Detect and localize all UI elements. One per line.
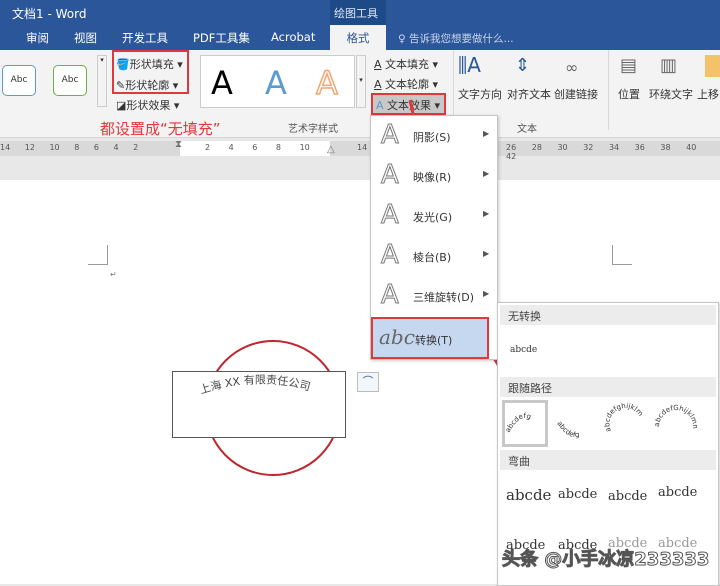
follow-path-circle[interactable]: abcdefghijklm bbox=[603, 401, 649, 447]
transform-icon: abc bbox=[379, 325, 415, 349]
bevel-icon: A bbox=[381, 240, 400, 271]
section-no-transform: 无转换 bbox=[500, 305, 716, 325]
section-follow-path: 跟随路径 bbox=[500, 377, 716, 397]
menu-item-bevel[interactable]: A 棱台(B) ▶ bbox=[371, 236, 490, 276]
transform-submenu: 无转换 abcde 跟随路径 abcdefg abcdefg abcdefghi… bbox=[497, 302, 719, 586]
watermark: 头条 @小手冰凉233333 bbox=[501, 549, 710, 571]
warp-option[interactable]: abcde bbox=[658, 485, 697, 500]
svg-text:abcdefg: abcdefg bbox=[505, 412, 532, 434]
menu-item-reflection[interactable]: A 映像(R) ▶ bbox=[371, 156, 490, 196]
glow-icon: A bbox=[381, 200, 400, 231]
svg-text:abcdefg: abcdefg bbox=[555, 420, 580, 439]
3d-rotation-icon: A bbox=[381, 280, 400, 311]
no-transform-option[interactable]: abcde bbox=[510, 345, 537, 355]
svg-text:abcdefghijklm: abcdefghijklm bbox=[603, 402, 644, 433]
warp-option[interactable]: abcde bbox=[608, 489, 647, 504]
warp-option[interactable]: abcde bbox=[558, 487, 597, 502]
text-effects-menu: A 阴影(S) ▶ A 映像(R) ▶ A 发光(G) ▶ A 棱台(B) ▶ A 三维旋转(D)… bbox=[370, 115, 498, 360]
follow-path-arch-up[interactable]: abcdefg bbox=[502, 400, 548, 447]
menu-item-glow[interactable]: A 发光(G) ▶ bbox=[371, 196, 490, 236]
follow-path-button[interactable]: abcdefGhijklmnop bbox=[651, 395, 699, 447]
menu-item-shadow[interactable]: A 阴影(S) ▶ bbox=[371, 116, 490, 156]
svg-text:abcdefGhijklmnop: abcdefGhijklmnop bbox=[653, 401, 699, 429]
follow-path-arch-down[interactable]: abcdefg bbox=[553, 403, 598, 447]
menu-item-3d-rotation[interactable]: A 三维旋转(D) ▶ bbox=[371, 276, 490, 316]
reflection-icon: A bbox=[381, 160, 400, 191]
menu-item-transform[interactable]: abc 转换(T) bbox=[371, 317, 489, 359]
shadow-icon: A bbox=[381, 120, 400, 151]
warp-option[interactable]: abcde bbox=[506, 486, 551, 504]
section-warp: 弯曲 bbox=[500, 450, 716, 470]
